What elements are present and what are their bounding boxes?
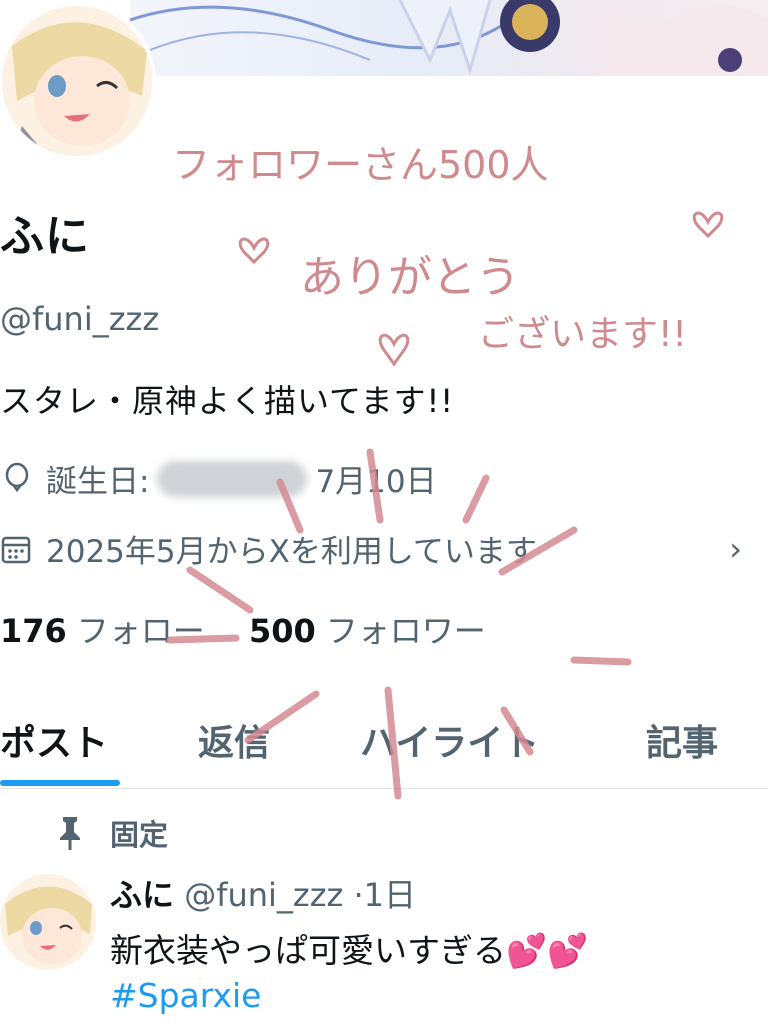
followers-link[interactable]: 500 フォロワー <box>249 612 520 650</box>
joined-text: 2025年5月からXを利用しています <box>46 534 537 570</box>
post-author-name[interactable]: ふに <box>110 876 174 914</box>
birthday-date: 7月10日 <box>315 464 437 500</box>
post-meta-separator: · <box>353 876 364 914</box>
profile-banner[interactable] <box>130 0 768 76</box>
handwritten-line-1: フォロワーさん500人 <box>172 143 549 187</box>
birthday-row: 誕生日: 7月10日 <box>0 456 437 501</box>
active-tab-indicator <box>0 780 120 786</box>
chevron-right-icon[interactable]: › <box>729 530 742 568</box>
avatar-illustration <box>2 6 152 156</box>
post-author-avatar[interactable] <box>0 874 96 970</box>
post-text: 新衣装やっぱ可愛いすぎる💕💕 <box>110 931 589 970</box>
heart-doodle-center <box>378 333 410 367</box>
post-header: ふに @funi_zzz ·1日 <box>110 870 416 916</box>
user-handle: @funi_zzz <box>0 300 160 338</box>
tab-articles[interactable]: 記事 <box>646 714 718 766</box>
display-name: ふに <box>0 211 90 262</box>
handwritten-line-3: ございます!! <box>478 314 687 355</box>
banner-illustration <box>130 0 768 76</box>
following-count: 176 <box>0 612 67 650</box>
birthday-label: 誕生日: <box>46 464 150 500</box>
birthday-redaction <box>157 460 308 497</box>
pin-icon <box>56 815 84 851</box>
handwritten-line-2: ありがとう <box>300 252 520 303</box>
tab-replies[interactable]: 返信 <box>198 714 270 766</box>
following-link[interactable]: 176 フォロー <box>0 612 249 650</box>
following-label: フォロー <box>76 612 205 650</box>
followers-count: 500 <box>248 612 316 650</box>
profile-bio: スタレ・原神よく描いてます!! <box>0 382 455 420</box>
post-author-handle[interactable]: @funi_zzz <box>184 876 343 914</box>
profile-tabs: ポスト 返信 ハイライト 記事 <box>0 690 768 789</box>
post-time[interactable]: 1日 <box>364 876 416 914</box>
follow-stats: 176 フォロー 500 フォロワー <box>0 606 520 652</box>
pinned-label: 固定 <box>110 818 169 852</box>
tab-highlights[interactable]: ハイライト <box>360 714 539 766</box>
tab-posts[interactable]: ポスト <box>0 714 108 766</box>
post-hashtag-link[interactable]: #Sparxie <box>110 976 261 1015</box>
joined-row[interactable]: 2025年5月からXを利用しています › <box>0 526 768 571</box>
pinned-indicator: 固定 <box>56 812 168 854</box>
followers-label: フォロワー <box>325 612 486 650</box>
balloon-icon <box>0 462 34 496</box>
heart-doodle-left <box>238 237 270 265</box>
profile-avatar[interactable] <box>0 2 156 160</box>
calendar-icon <box>0 532 34 566</box>
heart-doodle-right <box>692 211 724 239</box>
